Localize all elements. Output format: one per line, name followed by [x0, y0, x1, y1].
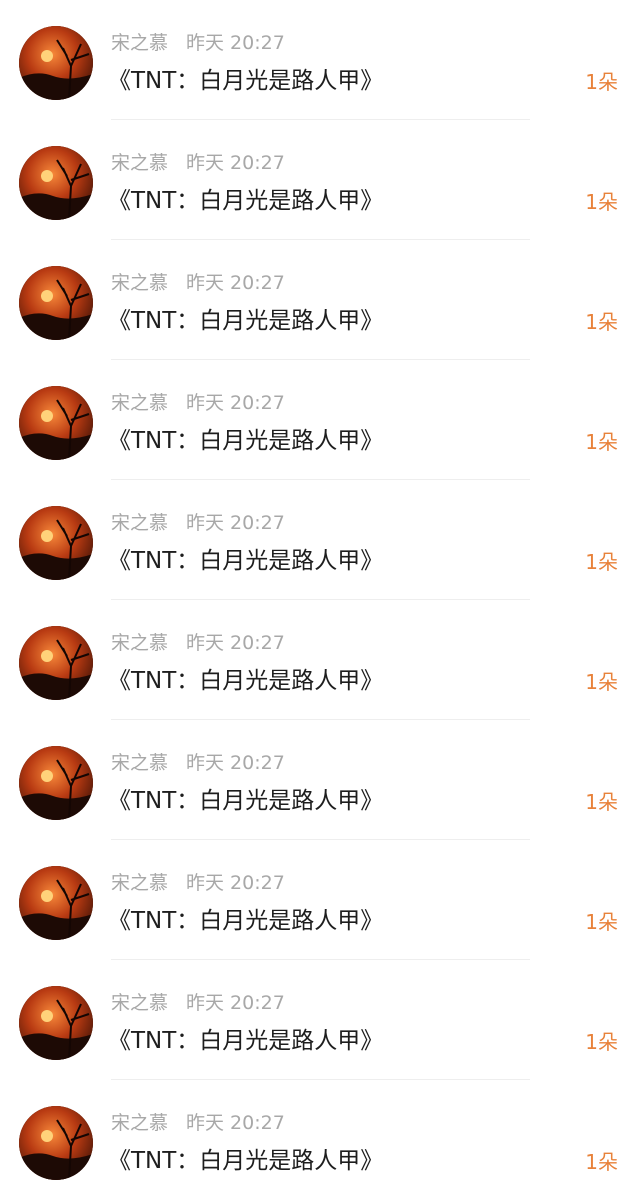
- sunset-tree-avatar[interactable]: [19, 746, 93, 820]
- sunset-tree-avatar[interactable]: [19, 266, 93, 340]
- book-title[interactable]: 《TNT：白月光是路人甲》: [108, 304, 383, 338]
- list-item[interactable]: 宋之慕 昨天 20:27 《TNT：白月光是路人甲》 1朵: [0, 360, 640, 480]
- sunset-tree-icon: [19, 986, 93, 1060]
- sunset-tree-icon: [19, 386, 93, 460]
- timestamp: 昨天 20:27: [186, 872, 285, 894]
- book-title[interactable]: 《TNT：白月光是路人甲》: [108, 1144, 383, 1178]
- sunset-tree-avatar[interactable]: [19, 626, 93, 700]
- sunset-tree-avatar[interactable]: [19, 146, 93, 220]
- flower-count: 1朵: [585, 430, 618, 454]
- sunset-tree-icon: [19, 746, 93, 820]
- sunset-tree-avatar[interactable]: [19, 1106, 93, 1180]
- author-name[interactable]: 宋之慕: [111, 992, 168, 1014]
- author-name[interactable]: 宋之慕: [111, 152, 168, 174]
- sunset-tree-icon: [19, 266, 93, 340]
- sunset-tree-avatar[interactable]: [19, 866, 93, 940]
- sunset-tree-icon: [19, 626, 93, 700]
- list-item[interactable]: 宋之慕 昨天 20:27 《TNT：白月光是路人甲》 1朵: [0, 120, 640, 240]
- sunset-tree-avatar[interactable]: [19, 986, 93, 1060]
- book-title[interactable]: 《TNT：白月光是路人甲》: [108, 784, 383, 818]
- sunset-tree-icon: [19, 506, 93, 580]
- sunset-tree-avatar[interactable]: [19, 26, 93, 100]
- book-title[interactable]: 《TNT：白月光是路人甲》: [108, 544, 383, 578]
- item-meta: 宋之慕 昨天 20:27: [111, 630, 285, 656]
- flower-count: 1朵: [585, 550, 618, 574]
- item-meta: 宋之慕 昨天 20:27: [111, 30, 285, 56]
- sunset-tree-icon: [19, 26, 93, 100]
- flower-count: 1朵: [585, 790, 618, 814]
- timestamp: 昨天 20:27: [186, 752, 285, 774]
- sunset-tree-icon: [19, 866, 93, 940]
- item-meta: 宋之慕 昨天 20:27: [111, 150, 285, 176]
- timestamp: 昨天 20:27: [186, 32, 285, 54]
- author-name[interactable]: 宋之慕: [111, 1112, 168, 1134]
- timestamp: 昨天 20:27: [186, 272, 285, 294]
- flower-count: 1朵: [585, 1150, 618, 1174]
- author-name[interactable]: 宋之慕: [111, 632, 168, 654]
- list-item[interactable]: 宋之慕 昨天 20:27 《TNT：白月光是路人甲》 1朵: [0, 0, 640, 120]
- flower-count: 1朵: [585, 190, 618, 214]
- timestamp: 昨天 20:27: [186, 392, 285, 414]
- book-title[interactable]: 《TNT：白月光是路人甲》: [108, 664, 383, 698]
- item-meta: 宋之慕 昨天 20:27: [111, 390, 285, 416]
- list-item[interactable]: 宋之慕 昨天 20:27 《TNT：白月光是路人甲》 1朵: [0, 1080, 640, 1200]
- flower-count: 1朵: [585, 70, 618, 94]
- author-name[interactable]: 宋之慕: [111, 392, 168, 414]
- item-meta: 宋之慕 昨天 20:27: [111, 750, 285, 776]
- author-name[interactable]: 宋之慕: [111, 872, 168, 894]
- timestamp: 昨天 20:27: [186, 1112, 285, 1134]
- list-item[interactable]: 宋之慕 昨天 20:27 《TNT：白月光是路人甲》 1朵: [0, 480, 640, 600]
- list-item[interactable]: 宋之慕 昨天 20:27 《TNT：白月光是路人甲》 1朵: [0, 600, 640, 720]
- author-name[interactable]: 宋之慕: [111, 272, 168, 294]
- list-item[interactable]: 宋之慕 昨天 20:27 《TNT：白月光是路人甲》 1朵: [0, 840, 640, 960]
- author-name[interactable]: 宋之慕: [111, 752, 168, 774]
- book-title[interactable]: 《TNT：白月光是路人甲》: [108, 64, 383, 98]
- item-meta: 宋之慕 昨天 20:27: [111, 870, 285, 896]
- list-item[interactable]: 宋之慕 昨天 20:27 《TNT：白月光是路人甲》 1朵: [0, 240, 640, 360]
- item-meta: 宋之慕 昨天 20:27: [111, 270, 285, 296]
- book-title[interactable]: 《TNT：白月光是路人甲》: [108, 424, 383, 458]
- timestamp: 昨天 20:27: [186, 632, 285, 654]
- book-title[interactable]: 《TNT：白月光是路人甲》: [108, 1024, 383, 1058]
- author-name[interactable]: 宋之慕: [111, 512, 168, 534]
- timestamp: 昨天 20:27: [186, 992, 285, 1014]
- timestamp: 昨天 20:27: [186, 512, 285, 534]
- list-item[interactable]: 宋之慕 昨天 20:27 《TNT：白月光是路人甲》 1朵: [0, 960, 640, 1080]
- sunset-tree-avatar[interactable]: [19, 506, 93, 580]
- sunset-tree-icon: [19, 146, 93, 220]
- list-item[interactable]: 宋之慕 昨天 20:27 《TNT：白月光是路人甲》 1朵: [0, 720, 640, 840]
- sunset-tree-icon: [19, 1106, 93, 1180]
- timestamp: 昨天 20:27: [186, 152, 285, 174]
- sunset-tree-avatar[interactable]: [19, 386, 93, 460]
- item-meta: 宋之慕 昨天 20:27: [111, 990, 285, 1016]
- item-meta: 宋之慕 昨天 20:27: [111, 510, 285, 536]
- item-meta: 宋之慕 昨天 20:27: [111, 1110, 285, 1136]
- flower-count: 1朵: [585, 910, 618, 934]
- flower-count: 1朵: [585, 670, 618, 694]
- book-title[interactable]: 《TNT：白月光是路人甲》: [108, 904, 383, 938]
- flower-count: 1朵: [585, 310, 618, 334]
- gift-feed-list: 宋之慕 昨天 20:27 《TNT：白月光是路人甲》 1朵 宋之慕 昨天 20:…: [0, 0, 640, 1191]
- book-title[interactable]: 《TNT：白月光是路人甲》: [108, 184, 383, 218]
- flower-count: 1朵: [585, 1030, 618, 1054]
- author-name[interactable]: 宋之慕: [111, 32, 168, 54]
